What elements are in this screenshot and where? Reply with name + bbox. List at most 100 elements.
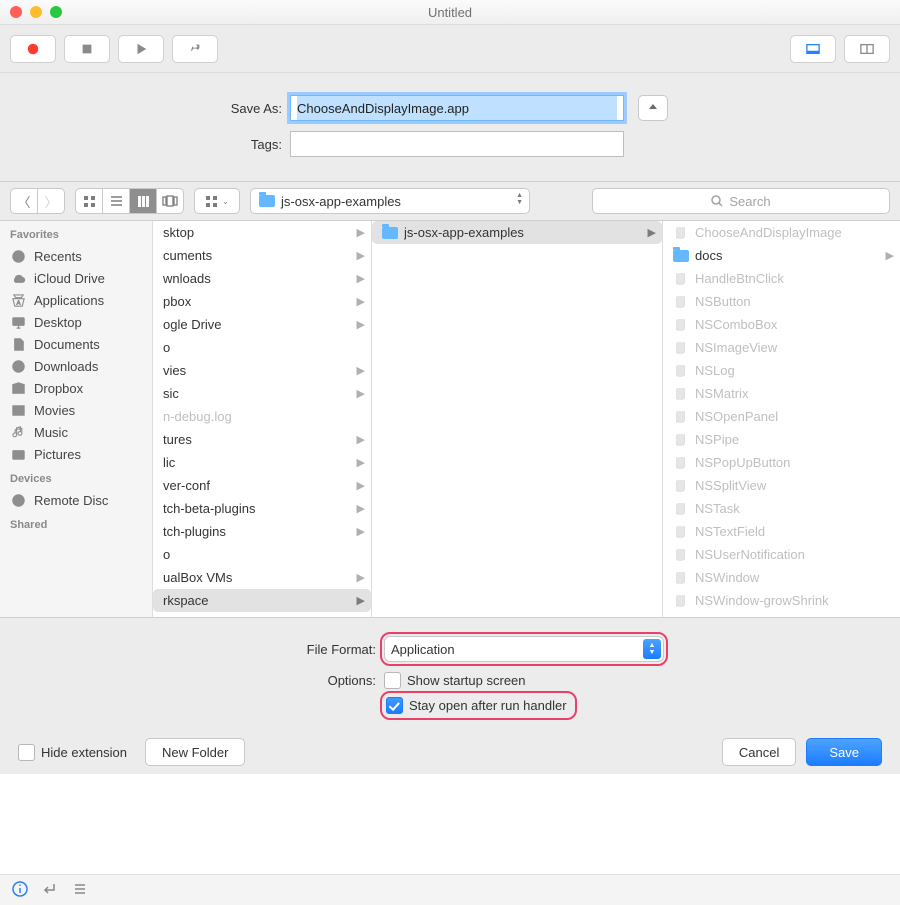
return-icon[interactable]	[42, 881, 58, 900]
group-dropdown[interactable]: ⌄	[194, 188, 240, 214]
list-item[interactable]: tch-plugins▶	[153, 520, 371, 543]
list-item[interactable]: js-osx-app-examples▶	[372, 221, 662, 244]
list-item-label: cuments	[163, 248, 365, 263]
cancel-button[interactable]: Cancel	[722, 738, 796, 766]
list-item[interactable]: vies▶	[153, 359, 371, 382]
build-button[interactable]	[172, 35, 218, 63]
show-startup-checkbox[interactable]: Show startup screen	[384, 672, 526, 689]
list-item[interactable]: NSButton	[663, 290, 900, 313]
browser-column-3[interactable]: ChooseAndDisplayImage docs▶ HandleBtnClick…	[663, 221, 900, 617]
list-item[interactable]: HandleBtnClick	[663, 267, 900, 290]
list-item[interactable]: ver-conf▶	[153, 474, 371, 497]
chevron-right-icon: ▶	[357, 502, 365, 515]
list-item[interactable]: NSOpenPanel	[663, 405, 900, 428]
collapse-toggle[interactable]	[638, 95, 668, 121]
sidebar: FavoritesRecentsiCloud DriveAApplication…	[0, 221, 153, 617]
list-item[interactable]: o	[153, 336, 371, 359]
list-item[interactable]: NSTextField	[663, 520, 900, 543]
save-button[interactable]: Save	[806, 738, 882, 766]
chevron-right-icon: ▶	[357, 318, 365, 331]
sidebar-item-label: Dropbox	[34, 381, 83, 396]
list-item[interactable]: sktop▶	[153, 221, 371, 244]
list-item[interactable]: n-debug.log	[153, 405, 371, 428]
list-item[interactable]: NSUserNotification	[663, 543, 900, 566]
list-item[interactable]: docs▶	[663, 244, 900, 267]
list-item-label: tch-plugins	[163, 524, 365, 539]
script-icon	[673, 295, 689, 309]
list-icon[interactable]	[72, 881, 88, 900]
sidebar-item[interactable]: AApplications	[0, 289, 152, 311]
sidebar-item[interactable]: Documents	[0, 333, 152, 355]
chevron-right-icon: ▶	[357, 364, 365, 377]
list-item[interactable]: NSSplitView	[663, 474, 900, 497]
sidebar-item[interactable]: Pictures	[0, 443, 152, 465]
list-item[interactable]: sic▶	[153, 382, 371, 405]
sidebar-item[interactable]: iCloud Drive	[0, 267, 152, 289]
list-item-label: HandleBtnClick	[695, 271, 894, 286]
list-item-label: ChooseAndDisplayImage	[695, 225, 894, 240]
list-item[interactable]: NSImageView	[663, 336, 900, 359]
editor-view-button[interactable]	[790, 35, 836, 63]
sidebar-item[interactable]: Movies	[0, 399, 152, 421]
show-startup-label: Show startup screen	[407, 673, 526, 688]
list-item[interactable]: ChooseAndDisplayImage	[663, 221, 900, 244]
list-item[interactable]: tch-beta-plugins▶	[153, 497, 371, 520]
script-icon	[673, 594, 689, 608]
pictures-icon	[10, 446, 26, 462]
forward-button[interactable]: 〉	[38, 188, 65, 214]
script-icon	[673, 571, 689, 585]
list-item-label: tures	[163, 432, 365, 447]
list-item[interactable]: cuments▶	[153, 244, 371, 267]
tags-label: Tags:	[0, 137, 282, 152]
sidebar-item[interactable]: Dropbox	[0, 377, 152, 399]
save-sheet-top: Save As: Tags:	[0, 73, 900, 182]
list-view-button[interactable]	[103, 188, 130, 214]
search-field[interactable]: Search	[592, 188, 890, 214]
sidebar-item[interactable]: Downloads	[0, 355, 152, 377]
path-popup[interactable]: js-osx-app-examples ▲▼	[250, 188, 530, 214]
sidebar-section-header: Devices	[0, 465, 152, 489]
browser-column-2[interactable]: js-osx-app-examples▶	[372, 221, 663, 617]
history-nav: 〈 〉	[10, 188, 65, 214]
file-browser: FavoritesRecentsiCloud DriveAApplication…	[0, 221, 900, 618]
sidebar-item[interactable]: Recents	[0, 245, 152, 267]
list-item[interactable]: NSTask	[663, 497, 900, 520]
hide-extension-checkbox[interactable]: Hide extension	[18, 744, 127, 761]
list-item[interactable]: NSLog	[663, 359, 900, 382]
stay-open-checkbox[interactable]: Stay open after run handler	[384, 695, 573, 716]
record-button[interactable]	[10, 35, 56, 63]
list-item[interactable]: lic▶	[153, 451, 371, 474]
list-item[interactable]: tures▶	[153, 428, 371, 451]
back-button[interactable]: 〈	[10, 188, 38, 214]
clock-icon	[10, 248, 26, 264]
list-item[interactable]: NSPipe	[663, 428, 900, 451]
list-item[interactable]: NSComboBox	[663, 313, 900, 336]
list-item[interactable]: NSPopUpButton	[663, 451, 900, 474]
list-item[interactable]: NSWindow	[663, 566, 900, 589]
coverflow-view-button[interactable]	[157, 188, 184, 214]
list-item[interactable]: pbox▶	[153, 290, 371, 313]
column-view-button[interactable]	[130, 188, 157, 214]
list-item[interactable]: ualBox VMs▶	[153, 566, 371, 589]
sidebar-item[interactable]: Music	[0, 421, 152, 443]
info-icon[interactable]	[12, 881, 28, 900]
list-item[interactable]: wnloads▶	[153, 267, 371, 290]
sidebar-item[interactable]: Desktop	[0, 311, 152, 333]
new-folder-button[interactable]: New Folder	[145, 738, 245, 766]
saveas-input[interactable]	[290, 95, 624, 121]
split-view-button[interactable]	[844, 35, 890, 63]
stop-button[interactable]	[64, 35, 110, 63]
run-button[interactable]	[118, 35, 164, 63]
icon-view-button[interactable]	[75, 188, 103, 214]
sidebar-item[interactable]: Remote Disc	[0, 489, 152, 511]
list-item[interactable]: ogle Drive▶	[153, 313, 371, 336]
file-format-dropdown[interactable]: Application ▲▼	[384, 636, 664, 662]
chevron-right-icon: ▶	[648, 226, 656, 239]
list-item[interactable]: NSWindow-growShrink	[663, 589, 900, 612]
svg-text:A: A	[16, 300, 20, 306]
tags-input[interactable]	[290, 131, 624, 157]
list-item[interactable]: rkspace▶	[153, 589, 371, 612]
list-item[interactable]: o	[153, 543, 371, 566]
list-item[interactable]: NSMatrix	[663, 382, 900, 405]
browser-column-1[interactable]: sktop▶cuments▶wnloads▶pbox▶ogle Drive▶ov…	[153, 221, 372, 617]
